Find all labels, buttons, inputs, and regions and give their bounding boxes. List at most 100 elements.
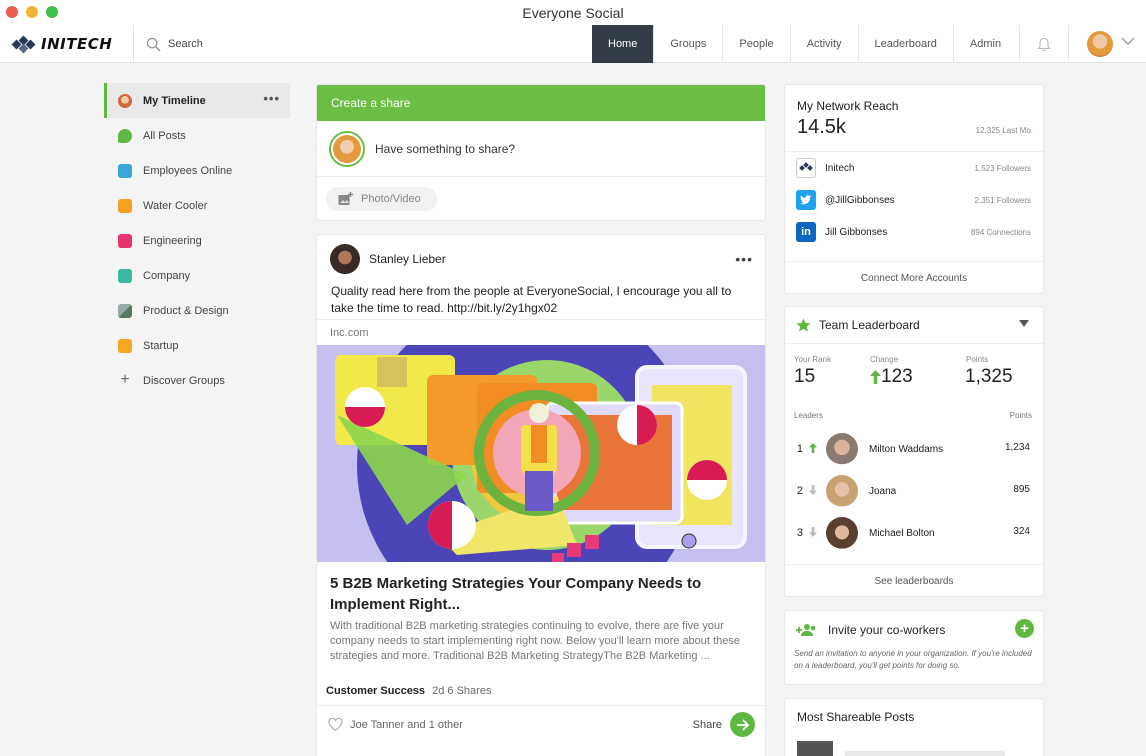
gear-icon [118,233,132,248]
user-avatar[interactable] [1087,31,1113,57]
account-name: Initech [825,162,855,174]
caret-down-icon[interactable] [1019,320,1029,327]
likes-summary[interactable]: Joe Tanner and 1 other [350,719,463,731]
heart-icon[interactable] [328,718,343,731]
sidebar-item-employees-online[interactable]: Employees Online [104,153,290,188]
tab-admin[interactable]: Admin [952,25,1017,63]
invite-description: Send an invitation to anyone in your org… [794,649,1032,670]
sidebar-item-label: Water Cooler [143,199,208,212]
share-prompt[interactable]: Have something to share? [317,121,765,177]
more-options-icon[interactable]: ••• [735,251,753,267]
star-icon [796,318,811,332]
minimize-window-button[interactable] [26,6,38,18]
photo-video-label: Photo/Video [361,193,421,205]
post-thumbnail[interactable] [797,741,833,756]
leader-name: Joana [869,485,897,497]
sidebar-item-product-design[interactable]: Product & Design [104,293,290,328]
code-icon [118,198,132,213]
notifications-button[interactable] [1019,25,1069,63]
tab-activity[interactable]: Activity [789,25,858,63]
rank-label: Your Rank [794,355,832,364]
article-illustration[interactable] [317,345,765,562]
tab-leaderboard[interactable]: Leaderboard [857,25,953,63]
connect-accounts-link[interactable]: Connect More Accounts [785,261,1043,294]
account-count: 2,351 Followers [974,196,1031,205]
add-users-icon [796,624,816,636]
leader-row[interactable]: 1 Milton Waddams 1,234 [785,430,1043,468]
network-reach-card: My Network Reach 14.5k 12,325 Last Mo. I… [784,84,1044,294]
heart-icon [118,338,132,353]
share-button[interactable]: Share [693,712,755,737]
add-photo-icon [338,192,353,205]
tab-groups[interactable]: Groups [653,25,722,63]
avatar[interactable] [330,244,360,274]
speech-bubble-icon [118,128,132,143]
account-twitter[interactable]: @JillGibbonses 2,351 Followers [785,184,1043,216]
sidebar-item-label: All Posts [143,129,186,142]
sidebar-item-company[interactable]: Company [104,258,290,293]
change-stat: 123 [870,366,913,388]
post-meta: Customer Success 2d 6 Shares [326,685,491,697]
leader-rank: 2 [796,485,803,497]
account-name: @JillGibbonses [825,194,895,206]
points-label: Points [966,355,989,364]
avatar [826,433,858,465]
account-linkedin[interactable]: in Jill Gibbonses 894 Connections [785,216,1043,248]
close-window-button[interactable] [6,6,18,18]
tab-people[interactable]: People [722,25,789,63]
user-avatar-icon [118,93,132,108]
sidebar-item-discover-groups[interactable]: + Discover Groups [104,363,290,398]
chevron-down-icon[interactable] [1121,37,1135,46]
sidebar-item-label: Product & Design [143,304,229,317]
search-icon [146,37,161,52]
article-image [317,345,765,562]
divider [133,25,134,63]
search-input[interactable]: Search [146,25,203,63]
connected-accounts: Initech 1,523 Followers @JillGibbonses 2… [785,151,1043,248]
arrow-down-icon [806,484,820,498]
leader-name: Milton Waddams [869,443,944,455]
post-footer: Joe Tanner and 1 other Share [317,705,765,743]
window-titlebar: Everyone Social [0,0,1146,25]
sidebar-item-label: Startup [143,339,179,352]
leaders-label: Leaders [794,411,823,420]
photo-video-button[interactable]: Photo/Video [326,187,437,211]
leader-row[interactable]: 2 Joana 895 [785,472,1043,510]
post-author[interactable]: Stanley Lieber [369,252,446,266]
account-initech[interactable]: Initech 1,523 Followers [785,152,1043,184]
main-tabs: Home Groups People Activity Leaderboard … [592,25,1017,63]
sidebar-item-my-timeline[interactable]: My Timeline ••• [104,83,290,118]
see-leaderboards-link[interactable]: See leaderboards [785,564,1043,597]
image-icon [118,303,132,318]
create-share-header: Create a share [317,85,765,121]
points-value: 1,325 [965,366,1013,387]
arrow-up-icon [870,370,881,384]
more-options-icon[interactable]: ••• [263,92,280,105]
team-leaderboard-card: Team Leaderboard Your Rank 15 Change 123… [784,306,1044,597]
sidebar-item-water-cooler[interactable]: Water Cooler [104,188,290,223]
bell-icon [1037,37,1051,51]
sidebar-item-startup[interactable]: Startup [104,328,290,363]
post-preview[interactable] [845,751,1005,756]
tab-home[interactable]: Home [592,25,654,63]
article-excerpt: With traditional B2B marketing strategie… [330,620,740,662]
sidebar-item-all-posts[interactable]: All Posts [104,118,290,153]
article-title[interactable]: 5 B2B Marketing Strategies Your Company … [330,573,750,615]
avatar [826,475,858,507]
window-title: Everyone Social [522,5,624,21]
plus-icon: + [120,370,130,388]
arrow-up-icon [806,442,820,456]
add-invite-button[interactable]: + [1015,619,1034,638]
leader-points: 895 [1013,484,1030,495]
maximize-window-button[interactable] [46,6,58,18]
calendar-icon [118,163,132,178]
post-source[interactable]: Inc.com [317,319,765,345]
sidebar-item-engineering[interactable]: Engineering [104,223,290,258]
invite-title[interactable]: Invite your co-workers [828,623,945,637]
brand-logo[interactable]: INITECH [11,34,112,54]
account-name: Jill Gibbonses [825,226,888,238]
leader-row[interactable]: 3 Michael Bolton 324 [785,514,1043,552]
sidebar-item-label: Employees Online [143,164,233,177]
post-group[interactable]: Customer Success [326,685,425,697]
leaderboard-header[interactable]: Team Leaderboard [785,307,1043,344]
